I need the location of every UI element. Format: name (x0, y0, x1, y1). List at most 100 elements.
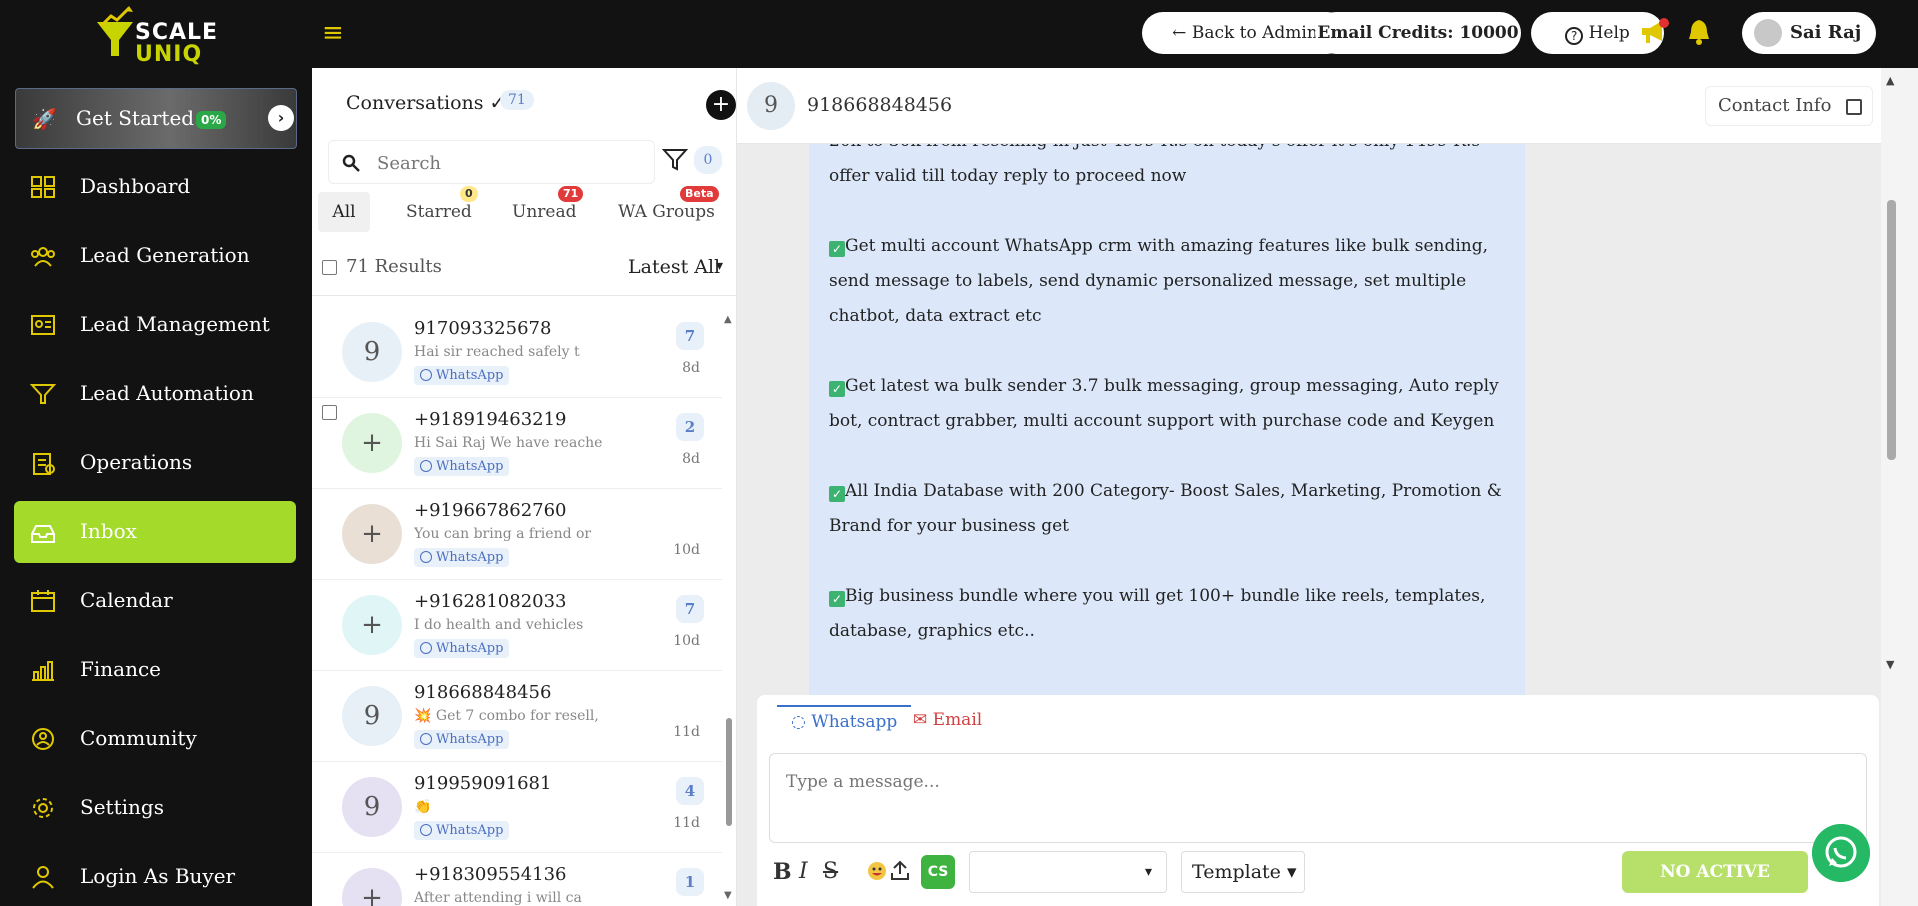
sidebar-item-community[interactable]: Community (14, 708, 296, 770)
bell-icon[interactable] (1686, 18, 1712, 46)
upload-icon[interactable] (889, 859, 911, 881)
conversation-panel: Conversations ✓ 71 + 0 All Starred Unrea… (312, 68, 737, 906)
timestamp: 8d (682, 451, 700, 467)
sidebar-item-label: Finance (80, 657, 161, 681)
conversations-title: Conversations ✓ (346, 92, 506, 114)
emoji-icon[interactable] (867, 861, 887, 881)
scrollbar-thumb[interactable] (726, 718, 732, 826)
avatar: 9 (342, 686, 402, 746)
channel-label: WhatsApp (436, 459, 504, 474)
sidebar-item-label: Lead Management (80, 312, 270, 336)
whatsapp-fab-icon[interactable] (1812, 824, 1870, 882)
device-select[interactable]: ▾ (969, 851, 1167, 893)
message-composer: ◌ Whatsapp ✉ Email B I S CS ▾ Template ▾… (757, 695, 1879, 906)
select-all-checkbox[interactable] (322, 260, 337, 275)
sidebar-item-finance[interactable]: Finance (14, 639, 296, 701)
calendar-icon (31, 590, 55, 612)
conversation-item[interactable]: 9 919959091681 👏 WhatsApp 4 11d (312, 763, 722, 853)
chat-header: 9 918668848456 Contact Info (737, 68, 1881, 144)
sidebar-item-dashboard[interactable]: Dashboard (14, 156, 296, 218)
help-circle-icon: ? (1565, 27, 1584, 45)
check-mark-icon: ✓ (829, 241, 845, 257)
message-paragraph: 20k to 30k from reselling in just 4999 R… (829, 144, 1480, 186)
results-row: 71 Results Latest All ▾ (312, 240, 737, 296)
search-input[interactable] (377, 149, 637, 177)
cs-button[interactable]: CS (921, 855, 955, 889)
conversation-item[interactable]: + +919667862760 You can bring a friend or W… (312, 490, 722, 580)
conversation-item[interactable]: + +918919463219 Hi Sai Raj We have reache W… (312, 399, 722, 489)
channel-badge: WhatsApp (414, 457, 510, 476)
conversation-list-scrollbar[interactable]: ▲ ▼ (722, 308, 736, 906)
contact-info-button[interactable]: Contact Info (1705, 86, 1873, 126)
starred-count-badge: 0 (460, 186, 478, 202)
tab-all[interactable]: All (318, 192, 370, 232)
timestamp: 8d (682, 360, 700, 376)
rocket-icon: 🚀 (32, 107, 57, 131)
sidebar-item-label: Inbox (80, 519, 137, 543)
chart-icon (32, 661, 54, 681)
message-preview: Hi Sai Raj We have reache (414, 435, 603, 451)
caret-down-icon: ▾ (1144, 864, 1152, 880)
sidebar-item-label: Community (80, 726, 197, 750)
tab-email[interactable]: ✉ Email (913, 705, 982, 735)
sidebar-item-label: Dashboard (80, 174, 191, 198)
scroll-up-arrow[interactable]: ▲ (724, 314, 732, 325)
megaphone-icon[interactable] (1640, 18, 1670, 46)
whatsapp-icon: ◌ (791, 712, 812, 732)
scroll-up-arrow[interactable]: ▲ (1886, 74, 1894, 87)
avatar: 9 (342, 322, 402, 382)
message-preview: Hai sir reached safely t (414, 344, 580, 360)
scroll-down-arrow[interactable]: ▼ (724, 890, 732, 901)
logo-line-2: UNIQ (135, 42, 203, 67)
conversation-item[interactable]: 9 918668848456 💥 Get 7 combo for resell, Wh… (312, 672, 722, 762)
scroll-down-arrow[interactable]: ▼ (1886, 658, 1894, 671)
sidebar-item-login-as-buyer[interactable]: Login As Buyer (14, 846, 296, 906)
get-started-button[interactable]: 🚀 Get Started 0% › (15, 88, 297, 149)
sidebar-item-inbox[interactable]: Inbox (14, 501, 296, 563)
row-checkbox[interactable] (322, 405, 337, 420)
sort-dropdown[interactable]: Latest All (628, 256, 720, 278)
menu-icon[interactable]: ≡ (322, 18, 344, 48)
chevron-right-icon[interactable]: › (268, 105, 294, 131)
bold-button[interactable]: B (773, 859, 792, 885)
brand-logo[interactable]: SCALE UNIQ (95, 4, 225, 68)
channel-label: WhatsApp (436, 732, 504, 747)
sidebar-item-label: Calendar (80, 588, 173, 612)
email-credits-dropdown[interactable]: Email Credits: 10000 ▾ (1315, 12, 1521, 85)
profile-button[interactable]: Sai Raj (1742, 12, 1876, 54)
strikethrough-button[interactable]: S (823, 859, 838, 884)
scrollbar-thumb[interactable] (1887, 200, 1896, 460)
chat-scrollbar[interactable]: ▲ ▼ (1881, 68, 1902, 906)
channel-badge: WhatsApp (414, 639, 510, 658)
tab-whatsapp[interactable]: ◌ Whatsapp (777, 705, 912, 735)
sidebar-item-lead-management[interactable]: Lead Management (14, 294, 296, 356)
conversation-item[interactable]: + +916281082033 I do health and vehicles Wh… (312, 581, 722, 671)
whatsapp-icon (420, 824, 432, 836)
conversation-item[interactable]: ++918309554136After attending i will caW… (312, 854, 722, 906)
caret-down-icon[interactable]: ▾ (716, 258, 723, 274)
sidebar-item-lead-automation[interactable]: Lead Automation (14, 363, 296, 425)
dashboard-icon (31, 176, 55, 198)
template-dropdown[interactable]: Template ▾ (1181, 851, 1305, 893)
check-mark-icon: ✓ (829, 486, 845, 502)
sidebar-item-lead-generation[interactable]: Lead Generation (14, 225, 296, 287)
contact-name: 917093325678 (414, 318, 552, 339)
users-icon (31, 247, 55, 267)
progress-badge: 0% (196, 111, 227, 129)
no-active-device-button[interactable]: NO ACTIVE DEVICE (1622, 851, 1808, 906)
sidebar-item-label: Operations (80, 450, 193, 474)
sidebar-item-calendar[interactable]: Calendar (14, 570, 296, 632)
message-input[interactable] (769, 753, 1867, 843)
sidebar-item-operations[interactable]: Operations (14, 432, 296, 494)
contact-name: +918919463219 (414, 409, 567, 430)
italic-button[interactable]: I (799, 859, 808, 884)
new-conversation-button[interactable]: + (706, 90, 736, 120)
filter-icon[interactable] (662, 146, 688, 172)
avatar: + (342, 868, 402, 906)
avatar: + (342, 413, 402, 473)
channel-label: WhatsApp (436, 550, 504, 565)
conversation-item[interactable]: 9 917093325678 Hai sir reached safely t Wha… (312, 308, 722, 398)
sidebar-item-settings[interactable]: Settings (14, 777, 296, 839)
funnel-icon (30, 384, 56, 404)
top-bar: ≡ ← Back to Admin Email Credits: 10000 ▾… (312, 0, 1918, 85)
